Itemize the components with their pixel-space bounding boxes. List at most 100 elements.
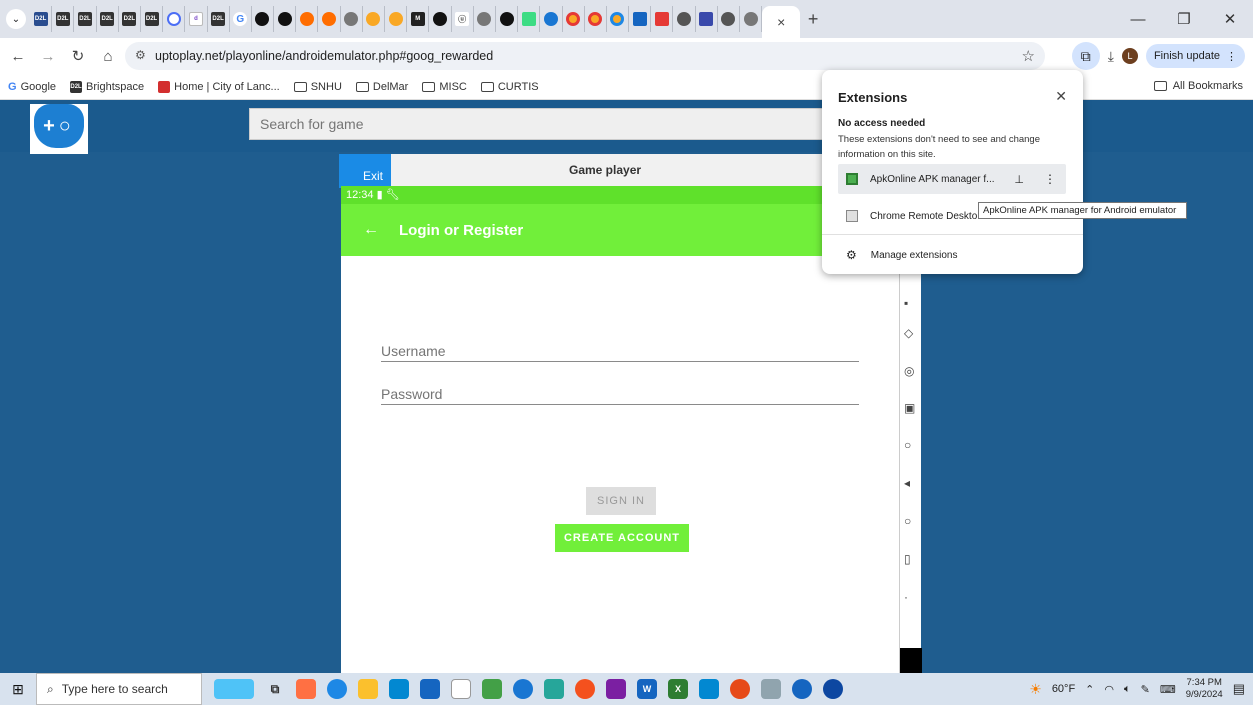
help-icon[interactable] bbox=[823, 679, 843, 699]
notepad-icon[interactable] bbox=[451, 679, 471, 699]
tab[interactable] bbox=[385, 6, 408, 32]
bookmark-city[interactable]: Home | City of Lanc... bbox=[158, 80, 280, 93]
widget-icon[interactable] bbox=[214, 679, 254, 699]
bookmark-folder-curtis[interactable]: CURTIS bbox=[480, 81, 539, 93]
finish-update-button[interactable]: Finish update ⋮ bbox=[1145, 44, 1245, 68]
task-view-icon[interactable]: ⧉ bbox=[265, 679, 285, 699]
tab[interactable]: D2L bbox=[119, 6, 141, 32]
bookmark-folder-snhu[interactable]: SNHU bbox=[293, 81, 342, 93]
kebab-menu-icon[interactable]: ⋮ bbox=[1044, 172, 1056, 186]
bookmark-folder-misc[interactable]: MISC bbox=[422, 81, 467, 93]
tab[interactable]: ⓤ bbox=[452, 6, 474, 32]
tab[interactable] bbox=[318, 6, 341, 32]
dropbox-icon[interactable] bbox=[420, 679, 440, 699]
extension-item-apkonline[interactable]: ApkOnline APK manager f... ⊥ ⋮ bbox=[838, 164, 1066, 194]
forward-icon[interactable]: → bbox=[36, 48, 60, 65]
tab[interactable]: D2L bbox=[74, 6, 97, 32]
tab[interactable] bbox=[540, 6, 563, 32]
address-bar[interactable]: ⚙ uptoplay.net/playonline/androidemulato… bbox=[125, 42, 1045, 70]
power-icon[interactable]: ▪ bbox=[904, 296, 908, 310]
minimize-button[interactable]: — bbox=[1115, 0, 1161, 38]
wifi-icon[interactable]: ◠ bbox=[1104, 683, 1114, 696]
exit-button[interactable]: Exit bbox=[339, 154, 391, 188]
site-logo[interactable]: +○ bbox=[30, 104, 88, 154]
password-field[interactable] bbox=[381, 383, 859, 405]
tab[interactable] bbox=[673, 6, 696, 32]
tab[interactable]: M bbox=[407, 6, 430, 32]
tab[interactable] bbox=[274, 6, 297, 32]
taskbar-search[interactable]: ⌕ Type here to search bbox=[36, 673, 202, 705]
more-icon[interactable]: · bbox=[904, 590, 908, 604]
sign-in-button[interactable]: SIGN IN bbox=[586, 487, 656, 515]
home-icon[interactable]: ⌂ bbox=[96, 48, 120, 65]
windows-start-icon[interactable]: ⊞ bbox=[0, 673, 36, 705]
tab[interactable] bbox=[429, 6, 452, 32]
rotate-icon[interactable]: ◇ bbox=[904, 326, 913, 340]
tab[interactable]: D2L bbox=[97, 6, 119, 32]
tab[interactable]: D2L bbox=[141, 6, 164, 32]
app-icon[interactable] bbox=[792, 679, 812, 699]
tab[interactable] bbox=[252, 6, 275, 32]
weather-temp[interactable]: 60°F bbox=[1052, 683, 1075, 695]
back-nav-icon[interactable]: ◂ bbox=[904, 476, 910, 490]
vscode-icon[interactable] bbox=[544, 679, 564, 699]
app-icon[interactable] bbox=[761, 679, 781, 699]
location-icon[interactable]: ○ bbox=[904, 438, 911, 452]
home-nav-icon[interactable]: ○ bbox=[904, 514, 911, 528]
tab[interactable] bbox=[363, 6, 385, 32]
clock[interactable]: 7:34 PM 9/9/2024 bbox=[1186, 677, 1223, 701]
close-popup-icon[interactable]: ✕ bbox=[1055, 88, 1067, 105]
notification-icon[interactable]: ▤ bbox=[1233, 681, 1245, 697]
tab[interactable]: D2L bbox=[30, 6, 53, 32]
camera-icon[interactable]: ▣ bbox=[904, 401, 915, 415]
tab[interactable] bbox=[629, 6, 652, 32]
extensions-puzzle-icon[interactable]: ⧉ bbox=[1071, 42, 1100, 70]
tab[interactable] bbox=[651, 6, 674, 32]
avatar[interactable]: L bbox=[1121, 48, 1138, 64]
tab[interactable]: D2L bbox=[208, 6, 230, 32]
maximize-button[interactable]: ❐ bbox=[1161, 0, 1207, 38]
excel-icon[interactable]: X bbox=[668, 679, 688, 699]
tab[interactable] bbox=[607, 6, 630, 32]
manage-extensions-link[interactable]: ⚙ Manage extensions bbox=[838, 240, 1066, 270]
blocks-icon[interactable] bbox=[482, 679, 502, 699]
file-explorer-icon[interactable] bbox=[358, 679, 378, 699]
tab[interactable] bbox=[496, 6, 519, 32]
close-tab-icon[interactable]: × bbox=[777, 14, 785, 30]
bookmark-brightspace[interactable]: D2L Brightspace bbox=[70, 80, 144, 93]
tab[interactable]: G bbox=[230, 6, 252, 32]
tab[interactable] bbox=[163, 6, 186, 32]
game-search-input[interactable] bbox=[249, 108, 829, 140]
tab[interactable]: d bbox=[185, 6, 208, 32]
bookmark-folder-delmar[interactable]: DelMar bbox=[355, 81, 408, 93]
username-field[interactable] bbox=[381, 340, 859, 362]
overview-nav-icon[interactable]: ▯ bbox=[904, 552, 911, 566]
tab[interactable] bbox=[585, 6, 607, 32]
chrome-icon[interactable] bbox=[575, 679, 595, 699]
app-icon[interactable] bbox=[513, 679, 533, 699]
tab[interactable] bbox=[296, 6, 319, 32]
close-window-button[interactable]: ✕ bbox=[1207, 0, 1253, 38]
edge-icon[interactable] bbox=[327, 679, 347, 699]
tab[interactable] bbox=[696, 6, 718, 32]
back-icon[interactable]: ← bbox=[6, 48, 30, 65]
volume-icon[interactable]: 🔈︎ bbox=[1124, 683, 1131, 696]
tab[interactable] bbox=[474, 6, 496, 32]
app-icon[interactable] bbox=[699, 679, 719, 699]
visual-studio-icon[interactable] bbox=[606, 679, 626, 699]
app-icon[interactable] bbox=[296, 679, 316, 699]
tab[interactable] bbox=[740, 6, 763, 32]
download-icon[interactable]: ⤓ bbox=[1108, 48, 1114, 65]
volume-icon[interactable]: ◎ bbox=[904, 364, 914, 378]
bookmark-star-icon[interactable]: ☆ bbox=[1022, 47, 1035, 65]
all-bookmarks[interactable]: All Bookmarks bbox=[1153, 80, 1243, 92]
bookmark-google[interactable]: G Google bbox=[8, 81, 56, 93]
pin-icon[interactable]: ⊥ bbox=[1014, 173, 1024, 186]
word-icon[interactable]: W bbox=[637, 679, 657, 699]
back-arrow-icon[interactable]: ← bbox=[363, 221, 379, 239]
reload-icon[interactable]: ↻ bbox=[66, 47, 90, 65]
tab-search-button[interactable]: ⌄ bbox=[6, 9, 26, 29]
tab[interactable] bbox=[718, 6, 740, 32]
pen-icon[interactable]: ✎ bbox=[1141, 683, 1150, 696]
tab[interactable] bbox=[341, 6, 363, 32]
